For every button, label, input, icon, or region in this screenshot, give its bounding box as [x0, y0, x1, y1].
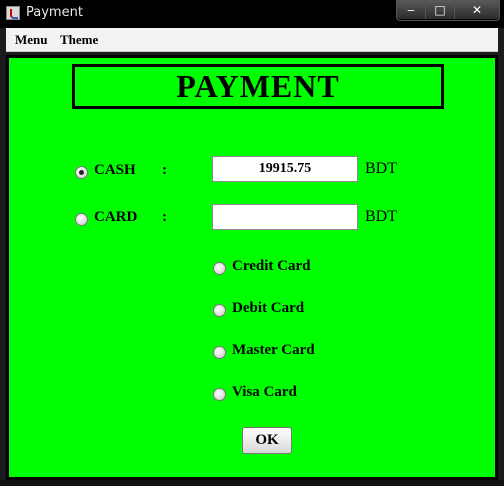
master-card-radio[interactable] — [213, 346, 226, 359]
window-frame-bottom — [0, 480, 504, 486]
menu-item-menu[interactable]: Menu — [15, 32, 48, 48]
ok-button[interactable]: OK — [242, 427, 292, 454]
cash-colon: : — [162, 162, 167, 178]
cash-unit: BDT — [365, 160, 397, 177]
debit-card-radio[interactable] — [213, 304, 226, 317]
java-app-icon — [6, 6, 20, 20]
menu-bar: Menu Theme — [6, 28, 498, 52]
window-title: Payment — [26, 5, 83, 20]
payment-panel: PAYMENT CASH : BDT CARD : BDT Credit Car… — [6, 55, 498, 480]
credit-card-radio[interactable] — [213, 262, 226, 275]
title-bar: Payment ‒ □ ✕ — [0, 0, 504, 28]
page-title-box: PAYMENT — [72, 64, 444, 109]
card-amount-field[interactable] — [212, 204, 358, 230]
card-unit: BDT — [365, 208, 397, 225]
maximize-button[interactable]: □ — [426, 0, 455, 19]
master-card-label: Master Card — [232, 342, 315, 358]
menu-item-theme[interactable]: Theme — [60, 32, 98, 48]
cash-amount-field[interactable] — [212, 156, 358, 182]
page-title: PAYMENT — [176, 68, 340, 104]
minimize-button[interactable]: ‒ — [397, 0, 426, 19]
cash-label: CASH — [94, 162, 136, 178]
cash-radio[interactable] — [75, 166, 88, 179]
visa-card-radio[interactable] — [213, 388, 226, 401]
visa-card-label: Visa Card — [232, 384, 297, 400]
card-label: CARD — [94, 209, 138, 225]
credit-card-label: Credit Card — [232, 258, 311, 274]
window-controls: ‒ □ ✕ — [396, 0, 500, 21]
close-button[interactable]: ✕ — [455, 0, 499, 19]
debit-card-label: Debit Card — [232, 300, 305, 316]
card-radio[interactable] — [75, 213, 88, 226]
card-colon: : — [162, 209, 167, 225]
